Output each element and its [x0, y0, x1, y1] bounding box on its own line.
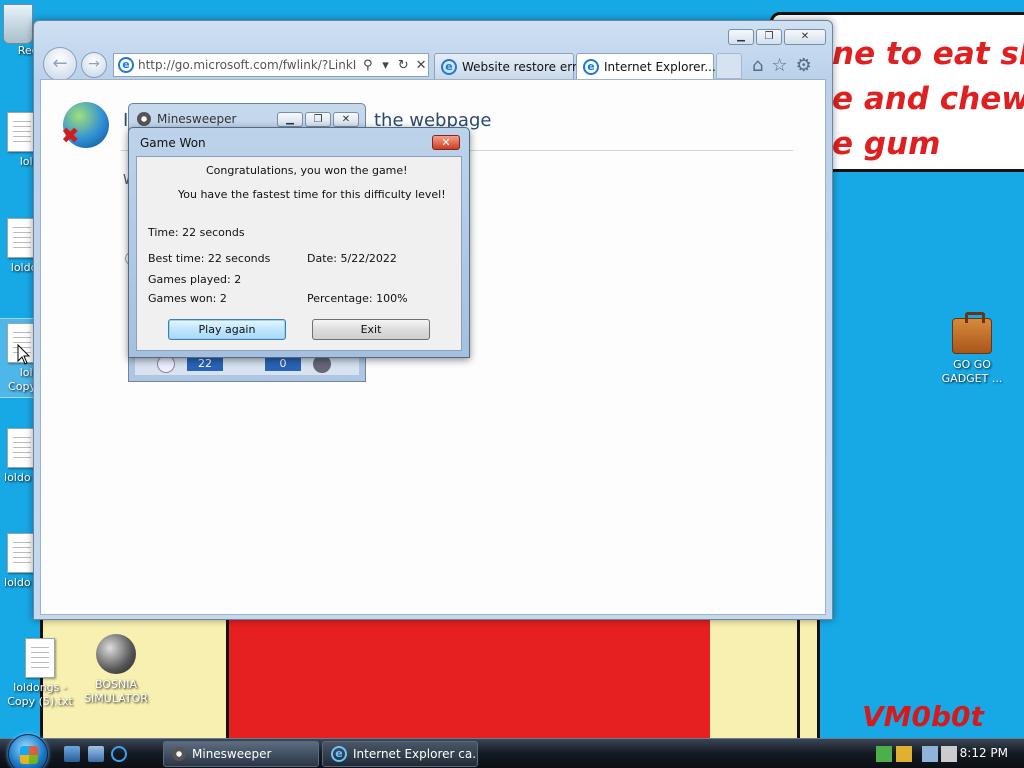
volume-muted-icon[interactable] — [941, 746, 957, 762]
maximize-button[interactable]: ❐ — [756, 29, 782, 45]
back-button[interactable]: ← — [43, 47, 77, 81]
wallpaper-creature-body — [226, 620, 716, 750]
dropdown-icon[interactable]: ▾ — [379, 58, 393, 73]
dialog-close-button[interactable]: ✕ — [432, 135, 460, 150]
network-status-icon[interactable] — [922, 746, 938, 762]
games-won-text: Games won: 2 — [148, 292, 227, 305]
wallpaper-creature-right — [710, 620, 800, 750]
new-tab-button[interactable] — [716, 53, 742, 79]
minesweeper-title: Minesweeper — [157, 112, 237, 126]
minesweeper-app-icon — [172, 747, 186, 761]
start-button[interactable] — [8, 734, 48, 768]
speech-line-3: e gum — [832, 126, 941, 162]
settings-gear-icon[interactable]: ⚙ — [796, 55, 812, 76]
address-bar[interactable]: e http://go.microsoft.com/fwlink/?LinkID… — [113, 53, 429, 77]
mouse-cursor-icon — [17, 344, 31, 365]
security-tray-icon[interactable] — [896, 746, 912, 762]
desktop-icon-label: BOSNIA SIMULATOR — [84, 678, 148, 705]
ie-quicklaunch-icon[interactable] — [111, 746, 127, 762]
speech-bubble-text: ne to eat shit e and chew e gum — [832, 32, 1024, 167]
minimize-button[interactable]: ▁ — [728, 29, 754, 45]
ie-toolbar-icons: ⌂ ☆ ⚙ — [752, 55, 812, 76]
ie-icon: e — [331, 746, 347, 762]
minesweeper-window-controls: ▁ ❐ ✕ — [277, 112, 359, 127]
taskbar: Minesweeper e Internet Explorer ca... 8:… — [0, 734, 1024, 768]
ie-icon: e — [118, 57, 134, 73]
refresh-icon[interactable]: ↻ — [396, 58, 410, 73]
dialog-body: Congratulations, you won the game! You h… — [136, 156, 462, 351]
ie-icon: e — [583, 58, 599, 75]
search-icon[interactable]: ⚲ — [361, 58, 375, 73]
mines-remaining: 0 — [265, 357, 301, 371]
best-time-text: Best time: 22 seconds — [148, 252, 271, 265]
switch-windows-icon[interactable] — [88, 746, 104, 762]
speech-line-1: ne to eat shit — [832, 36, 1024, 72]
exit-button[interactable]: Exit — [312, 319, 430, 340]
error-x-icon: ✖ — [61, 124, 80, 149]
network-tray-icon[interactable] — [876, 746, 892, 762]
desktop-icon-file[interactable]: loldongs - Copy (5).txt — [0, 638, 80, 709]
minimize-button[interactable]: ▁ — [277, 112, 303, 127]
tab-website-restore-error[interactable]: e Website restore error — [434, 53, 589, 79]
maximize-button[interactable]: ❐ — [305, 112, 331, 127]
recycle-bin-icon — [3, 4, 33, 44]
text-file-icon — [25, 638, 55, 678]
taskbar-clock[interactable]: 8:12 PM — [960, 746, 1008, 760]
minesweeper-titlebar: Minesweeper — [137, 112, 236, 126]
desktop-icon-label: loldongs - Copy (5).txt — [7, 681, 73, 708]
stop-icon[interactable]: ✕ — [414, 58, 428, 73]
game-won-dialog: Game Won ✕ Congratulations, you won the … — [128, 127, 470, 358]
close-button[interactable]: ✕ — [784, 29, 826, 45]
close-button[interactable]: ✕ — [333, 112, 359, 127]
forward-button[interactable]: → — [81, 52, 107, 78]
ie-icon: e — [441, 58, 457, 75]
address-input[interactable]: http://go.microsoft.com/fwlink/?LinkID= — [138, 58, 357, 72]
time-text: Time: 22 seconds — [148, 226, 245, 239]
taskbar-button-label: Internet Explorer ca... — [353, 747, 478, 761]
tab-label: Internet Explorer... — [604, 59, 716, 74]
show-desktop-icon[interactable] — [64, 746, 80, 762]
desktop-icon-gadget[interactable]: GO GO GADGET ... — [932, 312, 1012, 386]
taskbar-button-ie[interactable]: e Internet Explorer ca... — [322, 741, 478, 767]
wallpaper-signature: VM0b0t — [862, 700, 984, 733]
taskbar-button-minesweeper[interactable]: Minesweeper — [163, 741, 319, 767]
taskbar-button-label: Minesweeper — [192, 747, 272, 761]
games-played-text: Games played: 2 — [148, 273, 242, 286]
fastest-text: You have the fastest time for this diffi… — [178, 188, 446, 201]
desktop-icon-shortcut[interactable]: BOSNIA SIMULATOR — [76, 630, 156, 706]
favorites-star-icon[interactable]: ☆ — [771, 55, 787, 76]
elapsed-time: 22 — [187, 357, 223, 371]
mine-icon — [92, 630, 140, 678]
home-icon[interactable]: ⌂ — [752, 55, 763, 76]
minesweeper-app-icon — [137, 112, 151, 126]
congrats-text: Congratulations, you won the game! — [206, 164, 408, 177]
ie-window-controls: ▁ ❐ ✕ — [728, 29, 826, 45]
tab-label: Website restore error — [462, 59, 589, 74]
dialog-title: Game Won — [140, 136, 206, 150]
desktop-icon-label: GO GO GADGET ... — [941, 358, 1003, 385]
play-again-button[interactable]: Play again — [168, 319, 286, 340]
briefcase-icon — [952, 312, 992, 354]
tab-internet-explorer[interactable]: e Internet Explorer... ✕ — [576, 53, 733, 79]
speech-line-2: e and chew — [832, 81, 1024, 117]
percentage-text: Percentage: 100% — [307, 292, 408, 305]
date-text: Date: 5/22/2022 — [307, 252, 397, 265]
